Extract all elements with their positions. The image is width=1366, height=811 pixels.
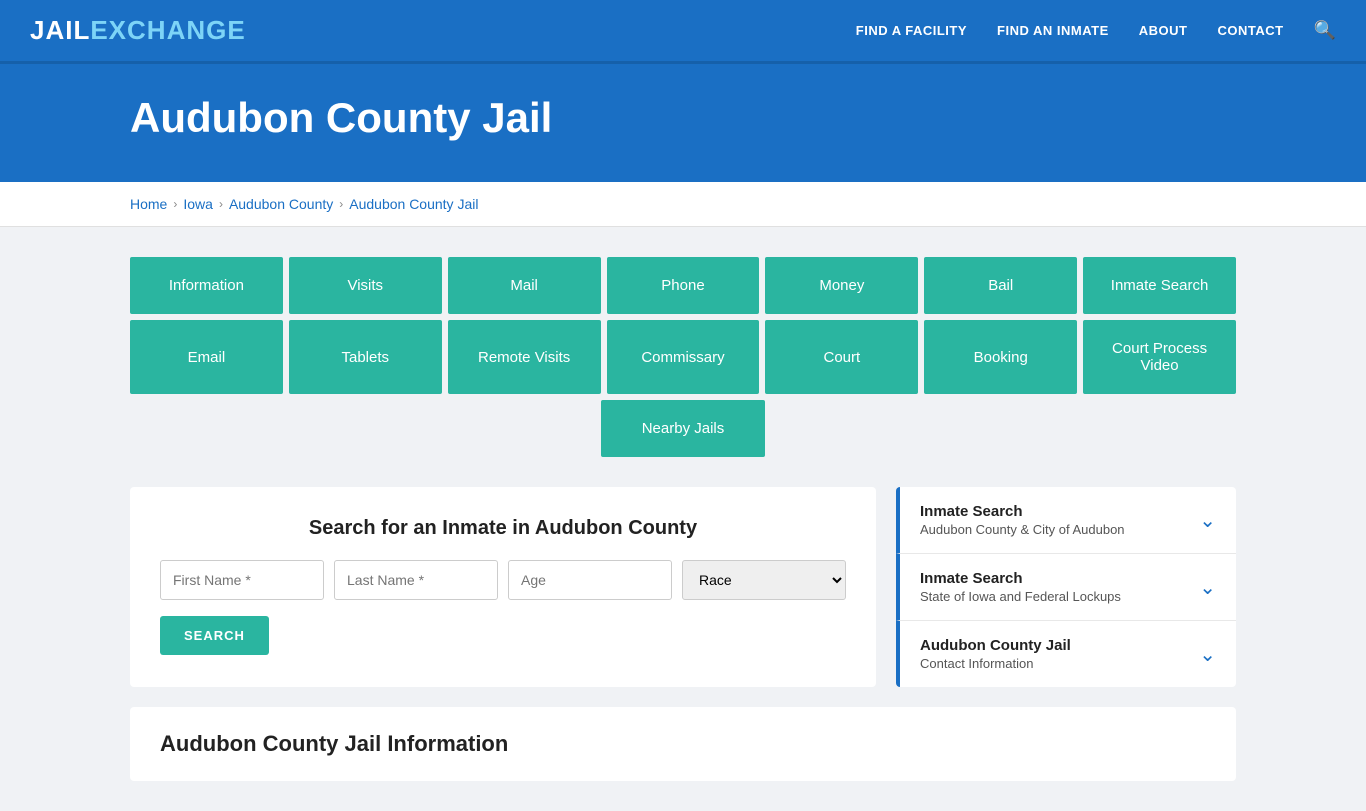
nav-find-facility[interactable]: FIND A FACILITY — [856, 23, 967, 38]
logo[interactable]: JAIL EXCHANGE — [30, 15, 246, 46]
breadcrumb-sep-1: › — [173, 197, 177, 211]
nav-find-inmate[interactable]: FIND AN INMATE — [997, 23, 1109, 38]
booking-button[interactable]: Booking — [924, 320, 1077, 394]
inmate-search-state-title: Inmate Search — [920, 570, 1121, 587]
commissary-button[interactable]: Commissary — [607, 320, 760, 394]
breadcrumb-home[interactable]: Home — [130, 196, 167, 212]
content-area: Search for an Inmate in Audubon County R… — [130, 487, 1236, 687]
jail-info-title: Audubon County Jail Information — [160, 731, 1206, 757]
contact-information-title: Audubon County Jail — [920, 637, 1071, 654]
breadcrumb-section: Home › Iowa › Audubon County › Audubon C… — [0, 182, 1366, 227]
breadcrumb: Home › Iowa › Audubon County › Audubon C… — [130, 196, 1236, 212]
nav-about[interactable]: ABOUT — [1139, 23, 1188, 38]
contact-information-subtitle: Contact Information — [920, 656, 1071, 671]
logo-exchange: EXCHANGE — [90, 15, 245, 46]
phone-button[interactable]: Phone — [607, 257, 760, 314]
inmate-search-county-card[interactable]: Inmate Search Audubon County & City of A… — [896, 487, 1236, 554]
breadcrumb-sep-2: › — [219, 197, 223, 211]
email-button[interactable]: Email — [130, 320, 283, 394]
court-process-video-button[interactable]: Court Process Video — [1083, 320, 1236, 394]
grid-row-3: Nearby Jails — [130, 400, 1236, 457]
inmate-search-state-text: Inmate Search State of Iowa and Federal … — [920, 570, 1121, 604]
chevron-down-icon: ⌄ — [1199, 508, 1216, 533]
inmate-search-county-subtitle: Audubon County & City of Audubon — [920, 522, 1125, 537]
bail-button[interactable]: Bail — [924, 257, 1077, 314]
breadcrumb-sep-3: › — [339, 197, 343, 211]
main-nav: FIND A FACILITY FIND AN INMATE ABOUT CON… — [856, 20, 1336, 41]
first-name-input[interactable] — [160, 560, 324, 600]
hero-section: Audubon County Jail — [0, 64, 1366, 182]
breadcrumb-iowa[interactable]: Iowa — [183, 196, 213, 212]
nav-contact[interactable]: CONTACT — [1217, 23, 1283, 38]
remote-visits-button[interactable]: Remote Visits — [448, 320, 601, 394]
inmate-search-state-card[interactable]: Inmate Search State of Iowa and Federal … — [896, 554, 1236, 621]
breadcrumb-audubon-county[interactable]: Audubon County — [229, 196, 333, 212]
inmate-search-state-subtitle: State of Iowa and Federal Lockups — [920, 589, 1121, 604]
contact-information-text: Audubon County Jail Contact Information — [920, 637, 1071, 671]
search-section: Search for an Inmate in Audubon County R… — [130, 487, 876, 687]
logo-jail: JAIL — [30, 15, 90, 46]
inmate-search-county-title: Inmate Search — [920, 503, 1125, 520]
last-name-input[interactable] — [334, 560, 498, 600]
nearby-jails-button[interactable]: Nearby Jails — [601, 400, 765, 457]
contact-information-card[interactable]: Audubon County Jail Contact Information … — [896, 621, 1236, 687]
information-button[interactable]: Information — [130, 257, 283, 314]
main-content: InformationVisitsMailPhoneMoneyBailInmat… — [0, 227, 1366, 811]
visits-button[interactable]: Visits — [289, 257, 442, 314]
breadcrumb-audubon-jail[interactable]: Audubon County Jail — [349, 196, 478, 212]
tablets-button[interactable]: Tablets — [289, 320, 442, 394]
chevron-down-icon: ⌄ — [1199, 575, 1216, 600]
search-fields: Race — [160, 560, 846, 600]
jail-info-section: Audubon County Jail Information — [130, 707, 1236, 781]
grid-row-2: EmailTabletsRemote VisitsCommissaryCourt… — [130, 320, 1236, 394]
chevron-down-icon: ⌄ — [1199, 642, 1216, 667]
search-button[interactable]: SEARCH — [160, 616, 269, 655]
race-select[interactable]: Race — [682, 560, 846, 600]
sidebar: Inmate Search Audubon County & City of A… — [896, 487, 1236, 687]
grid-row-1: InformationVisitsMailPhoneMoneyBailInmat… — [130, 257, 1236, 314]
mail-button[interactable]: Mail — [448, 257, 601, 314]
search-icon[interactable]: 🔍 — [1314, 20, 1336, 41]
inmate-search-county-text: Inmate Search Audubon County & City of A… — [920, 503, 1125, 537]
inmate-search-button[interactable]: Inmate Search — [1083, 257, 1236, 314]
age-input[interactable] — [508, 560, 672, 600]
page-title: Audubon County Jail — [130, 94, 1236, 142]
header: JAIL EXCHANGE FIND A FACILITY FIND AN IN… — [0, 0, 1366, 64]
money-button[interactable]: Money — [765, 257, 918, 314]
court-button[interactable]: Court — [765, 320, 918, 394]
search-title: Search for an Inmate in Audubon County — [160, 517, 846, 540]
